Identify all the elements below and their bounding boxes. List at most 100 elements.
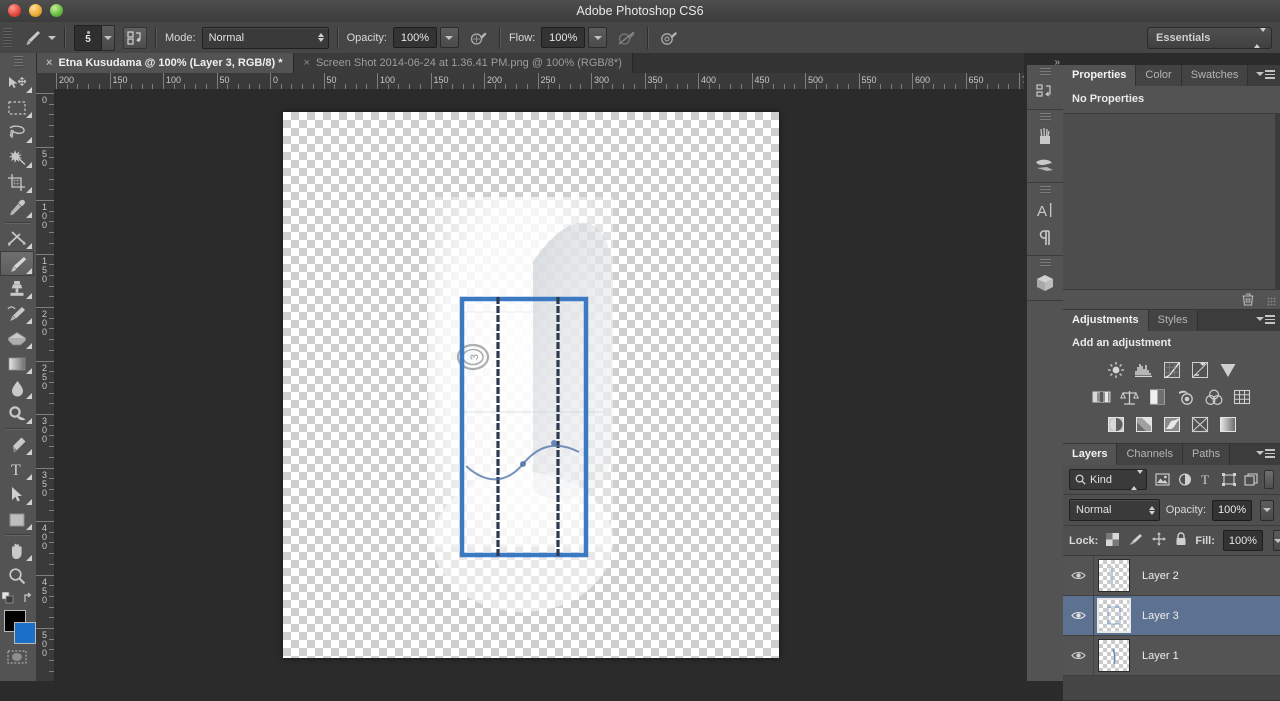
tab-adjustments[interactable]: Adjustments <box>1063 310 1149 331</box>
rectangular-marquee-tool[interactable] <box>0 95 34 120</box>
tool-preset-picker[interactable] <box>20 27 56 49</box>
tab-swatches[interactable]: Swatches <box>1181 65 1249 86</box>
channel-mixer-icon[interactable] <box>1203 387 1224 407</box>
layer-thumbnail[interactable] <box>1098 639 1130 672</box>
levels-icon[interactable] <box>1133 360 1154 380</box>
lock-all-icon[interactable] <box>1175 532 1187 549</box>
panel-grip[interactable] <box>1040 113 1051 122</box>
ruler-origin[interactable] <box>36 73 55 90</box>
brightness-contrast-icon[interactable] <box>1105 360 1126 380</box>
lasso-tool[interactable] <box>0 120 34 145</box>
close-tab-icon[interactable]: × <box>304 57 310 69</box>
layer-blend-mode-select[interactable]: Normal <box>1069 499 1160 521</box>
quick-selection-tool[interactable] <box>0 145 34 170</box>
dodge-tool[interactable] <box>0 401 34 426</box>
tab-channels[interactable]: Channels <box>1117 444 1183 465</box>
tab-layers[interactable]: Layers <box>1063 444 1118 465</box>
brush-size-field[interactable]: 5 <box>74 24 102 51</box>
close-tab-icon[interactable]: × <box>46 57 52 69</box>
clone-stamp-tool[interactable] <box>0 276 34 301</box>
brush-panel-icon[interactable] <box>123 26 147 49</box>
curves-icon[interactable] <box>1161 360 1182 380</box>
table-row[interactable]: Layer 3 <box>1063 596 1280 636</box>
exposure-icon[interactable] <box>1189 360 1210 380</box>
brush-preset-chevron-icon[interactable] <box>102 24 115 51</box>
document-canvas[interactable]: 3 <box>283 112 779 658</box>
brush-size-picker[interactable]: 5 <box>74 24 115 51</box>
adjustment-layer-filter-icon[interactable] <box>1177 472 1192 488</box>
options-bar-grip[interactable] <box>3 27 12 48</box>
swap-colors-icon[interactable] <box>23 592 35 604</box>
brush-presets-icon[interactable] <box>1027 151 1062 179</box>
layer-opacity-chevron-icon[interactable] <box>1260 499 1274 521</box>
blend-mode-select[interactable]: Normal <box>201 26 329 49</box>
pressure-size-icon[interactable] <box>657 27 681 49</box>
vertical-ruler[interactable]: 0501001502002503003504004505005 <box>36 89 55 681</box>
table-row[interactable]: Layer 1 <box>1063 636 1280 676</box>
panel-menu-icon[interactable] <box>1256 70 1275 79</box>
background-color-swatch[interactable] <box>14 622 36 644</box>
default-colors-icon[interactable] <box>1 592 16 604</box>
document-tab-active[interactable]: × Etna Kusudama @ 100% (Layer 3, RGB/8) … <box>36 53 294 73</box>
history-brush-tool[interactable] <box>0 301 34 326</box>
posterize-icon[interactable] <box>1133 414 1154 434</box>
zoom-tool[interactable] <box>0 563 34 588</box>
tab-styles[interactable]: Styles <box>1148 310 1198 331</box>
shape-layer-filter-icon[interactable] <box>1221 472 1236 488</box>
character-icon[interactable]: A <box>1027 196 1062 224</box>
black-white-icon[interactable] <box>1147 387 1168 407</box>
panel-grip[interactable] <box>1040 259 1051 268</box>
color-balance-icon[interactable] <box>1119 387 1140 407</box>
properties-scrollbar[interactable] <box>1275 114 1280 289</box>
panel-menu-icon[interactable] <box>1256 449 1275 458</box>
quick-mask-button[interactable] <box>0 646 34 668</box>
lock-transparent-pixels-icon[interactable] <box>1106 532 1120 549</box>
color-lookup-icon[interactable] <box>1231 387 1252 407</box>
lock-position-icon[interactable] <box>1152 532 1166 549</box>
layer-name[interactable]: Layer 3 <box>1142 610 1179 622</box>
trash-icon[interactable] <box>1242 293 1254 309</box>
healing-brush-tool[interactable] <box>0 226 34 251</box>
layer-filter-kind-select[interactable]: Kind <box>1069 469 1147 490</box>
paragraph-icon[interactable] <box>1027 224 1062 252</box>
type-layer-filter-icon[interactable]: T <box>1199 472 1214 488</box>
gradient-map-icon[interactable] <box>1189 414 1210 434</box>
crop-tool[interactable] <box>0 170 34 195</box>
layer-opacity-input[interactable]: 100% <box>1212 499 1253 521</box>
selective-color-icon[interactable] <box>1217 414 1238 434</box>
photo-filter-icon[interactable] <box>1175 387 1196 407</box>
pixel-layer-filter-icon[interactable] <box>1155 472 1170 488</box>
3d-icon[interactable] <box>1027 269 1062 297</box>
layer-thumbnail[interactable] <box>1097 598 1131 633</box>
layer-visibility-toggle[interactable] <box>1063 596 1094 635</box>
brush-tool[interactable] <box>0 251 34 276</box>
table-row[interactable]: Layer 2 <box>1063 556 1280 596</box>
lock-image-pixels-icon[interactable] <box>1128 533 1143 549</box>
layer-fill-chevron-icon[interactable] <box>1272 530 1280 551</box>
panel-resize-grip[interactable] <box>1267 297 1276 306</box>
vibrance-icon[interactable] <box>1217 360 1238 380</box>
opacity-input[interactable]: 100% <box>392 27 437 48</box>
horizontal-ruler[interactable]: 200 150 100 50 0 50 100 150 200 250 300 350 400 450 50… <box>54 73 1024 90</box>
expand-panels-icon[interactable]: » <box>1054 57 1060 68</box>
tab-properties[interactable]: Properties <box>1063 65 1137 86</box>
pressure-opacity-icon[interactable] <box>615 27 639 49</box>
layer-thumbnail[interactable] <box>1098 559 1130 592</box>
blur-tool[interactable] <box>0 376 34 401</box>
hand-tool[interactable] <box>0 538 34 563</box>
filter-toggle[interactable] <box>1264 470 1274 489</box>
threshold-icon[interactable] <box>1161 414 1182 434</box>
document-tab-inactive[interactable]: × Screen Shot 2014-06-24 at 1.36.41 PM.p… <box>293 53 633 73</box>
rectangle-tool[interactable] <box>0 507 34 532</box>
panel-menu-icon[interactable] <box>1256 315 1275 324</box>
layer-name[interactable]: Layer 2 <box>1142 570 1179 582</box>
smart-object-filter-icon[interactable] <box>1243 472 1258 488</box>
workspace-select[interactable]: Essentials <box>1147 27 1272 49</box>
layer-fill-input[interactable]: 100% <box>1222 530 1263 551</box>
path-selection-tool[interactable] <box>0 482 34 507</box>
panel-grip[interactable] <box>1040 186 1051 195</box>
tab-paths[interactable]: Paths <box>1182 444 1231 465</box>
gradient-tool[interactable] <box>0 351 34 376</box>
move-tool[interactable] <box>0 70 34 95</box>
tab-color[interactable]: Color <box>1136 65 1182 86</box>
